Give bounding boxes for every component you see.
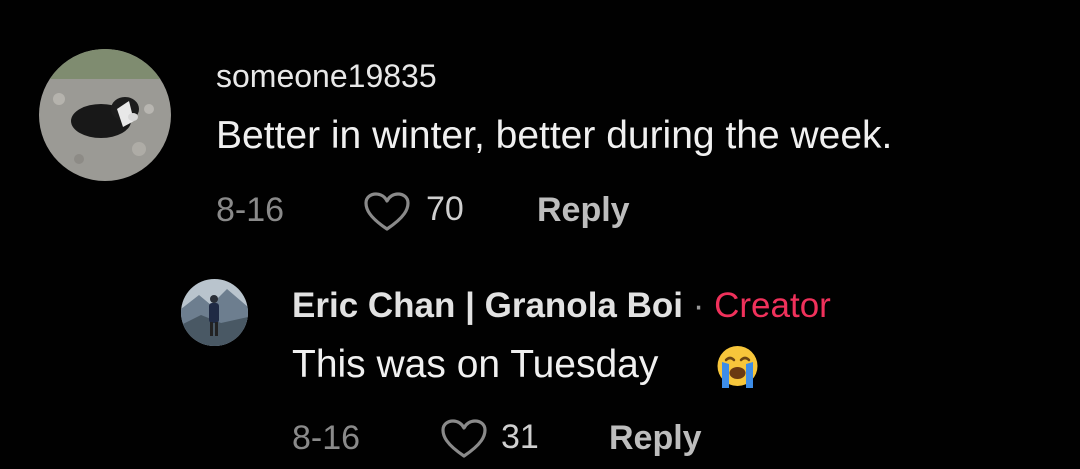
comment-username-row: Eric Chan | Granola Boi · Creator [292,286,831,326]
avatar[interactable] [181,279,248,346]
comment-date: 8-16 [216,191,285,229]
comment-username[interactable]: someone19835 [216,58,437,95]
like-count: 31 [501,418,539,456]
dog-avatar-image [39,49,171,181]
heart-icon[interactable] [440,418,488,460]
separator-dot: · [692,286,705,325]
like-count: 70 [426,190,464,228]
reply-button[interactable]: Reply [609,419,702,458]
heart-icon[interactable] [363,191,411,233]
comment-date: 8-16 [292,419,361,457]
creator-badge: Creator [714,286,831,325]
comment-text: Better in winter, better during the week… [216,114,893,157]
comment-username[interactable]: Eric Chan | Granola Boi [292,286,683,325]
person-avatar-image [181,279,248,346]
reply-button[interactable]: Reply [537,191,630,230]
loudly-crying-face-icon [717,346,758,388]
avatar[interactable] [39,49,171,181]
comment-text: This was on Tuesday [292,343,659,386]
